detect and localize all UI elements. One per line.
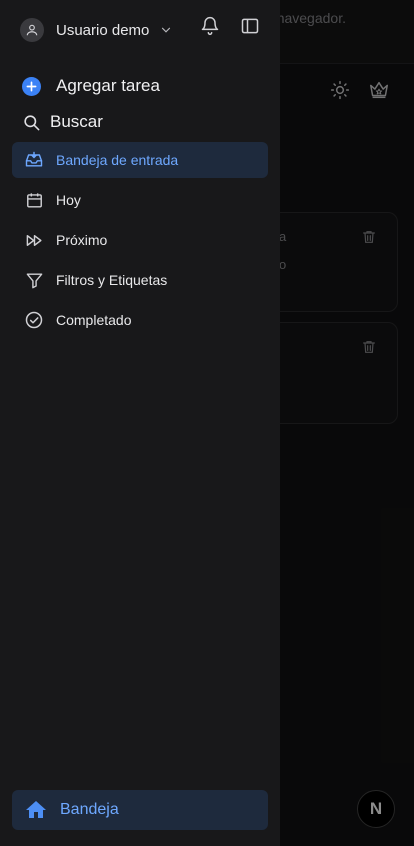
chevron-down-icon [159,23,173,37]
plus-icon [22,76,41,96]
search-label: Buscar [50,112,103,131]
user-name: Usuario demo [56,21,150,39]
sidebar-item-label: Próximo [56,232,108,248]
bell-icon[interactable] [199,15,221,37]
home-icon [24,798,48,822]
add-task-button[interactable]: Agregar tarea [22,76,160,96]
calendar-icon [24,190,44,210]
bottom-nav-inbox[interactable]: Bandeja [12,790,268,830]
filter-icon [24,270,44,290]
search-icon [22,113,41,132]
user-icon [20,18,44,42]
sidebar: Usuario demo Agregar tarea Buscar Bandej… [0,0,280,846]
sidebar-item-label: Filtros y Etiquetas [56,272,168,288]
sidebar-panel-icon[interactable] [239,15,261,37]
sidebar-item-inbox[interactable]: Bandeja de entrada [12,142,268,178]
add-task-label: Agregar tarea [56,76,160,95]
sidebar-item-label: Completado [56,312,132,328]
sidebar-header: Usuario demo [0,0,280,58]
sidebar-item-today[interactable]: Hoy [12,182,268,218]
search-button[interactable]: Buscar [22,112,103,132]
user-menu-button[interactable]: Usuario demo [20,17,173,43]
check-circle-icon [24,310,44,330]
fast-forward-icon [24,230,44,250]
sidebar-item-completed[interactable]: Completado [12,302,268,338]
sidebar-item-filters-labels[interactable]: Filtros y Etiquetas [12,262,268,298]
sidebar-nav: Bandeja de entrada Hoy Próximo Filtros y… [12,142,268,342]
inbox-icon [24,150,44,170]
sidebar-item-upcoming[interactable]: Próximo [12,222,268,258]
sidebar-item-label: Hoy [56,192,81,208]
bottom-nav-label: Bandeja [60,801,119,818]
sidebar-item-label: Bandeja de entrada [56,152,179,168]
